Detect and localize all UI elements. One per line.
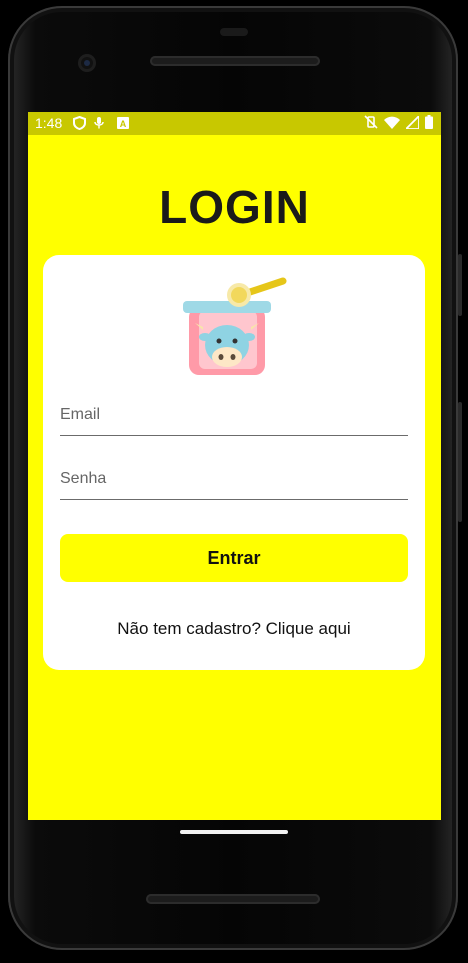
front-sensor [220,28,248,36]
font-a-icon: A [116,116,130,130]
wifi-icon [384,116,400,132]
login-button[interactable]: Entrar [60,534,408,582]
navigation-bar [28,820,441,860]
login-card: Entrar Não tem cadastro? Clique aqui [43,255,425,670]
front-camera-icon [78,54,96,72]
signal-icon [403,113,420,132]
bottom-speaker [146,894,320,904]
status-bar: 1:48 A [28,112,441,135]
volume-button [458,254,462,316]
email-input[interactable] [60,395,408,435]
signup-link[interactable]: Não tem cadastro? Clique aqui [43,619,425,639]
page-title: LOGIN [159,181,310,233]
status-time: 1:48 [35,115,63,131]
password-field [60,459,408,500]
mic-icon [92,116,106,130]
email-field [60,395,408,436]
power-button [458,402,462,522]
home-gesture-pill[interactable] [180,830,288,834]
milk-powder-jar-logo [183,277,287,375]
password-input[interactable] [60,459,408,499]
status-right-icons [364,113,433,132]
battery-icon [425,115,433,132]
app-screen: 1:48 A LOGIN Email Entrar Não tem cadast… [28,112,441,820]
earpiece-speaker [150,56,320,66]
shield-icon [72,116,86,130]
vibrate-off-icon [364,115,378,132]
svg-text:A: A [120,119,127,129]
